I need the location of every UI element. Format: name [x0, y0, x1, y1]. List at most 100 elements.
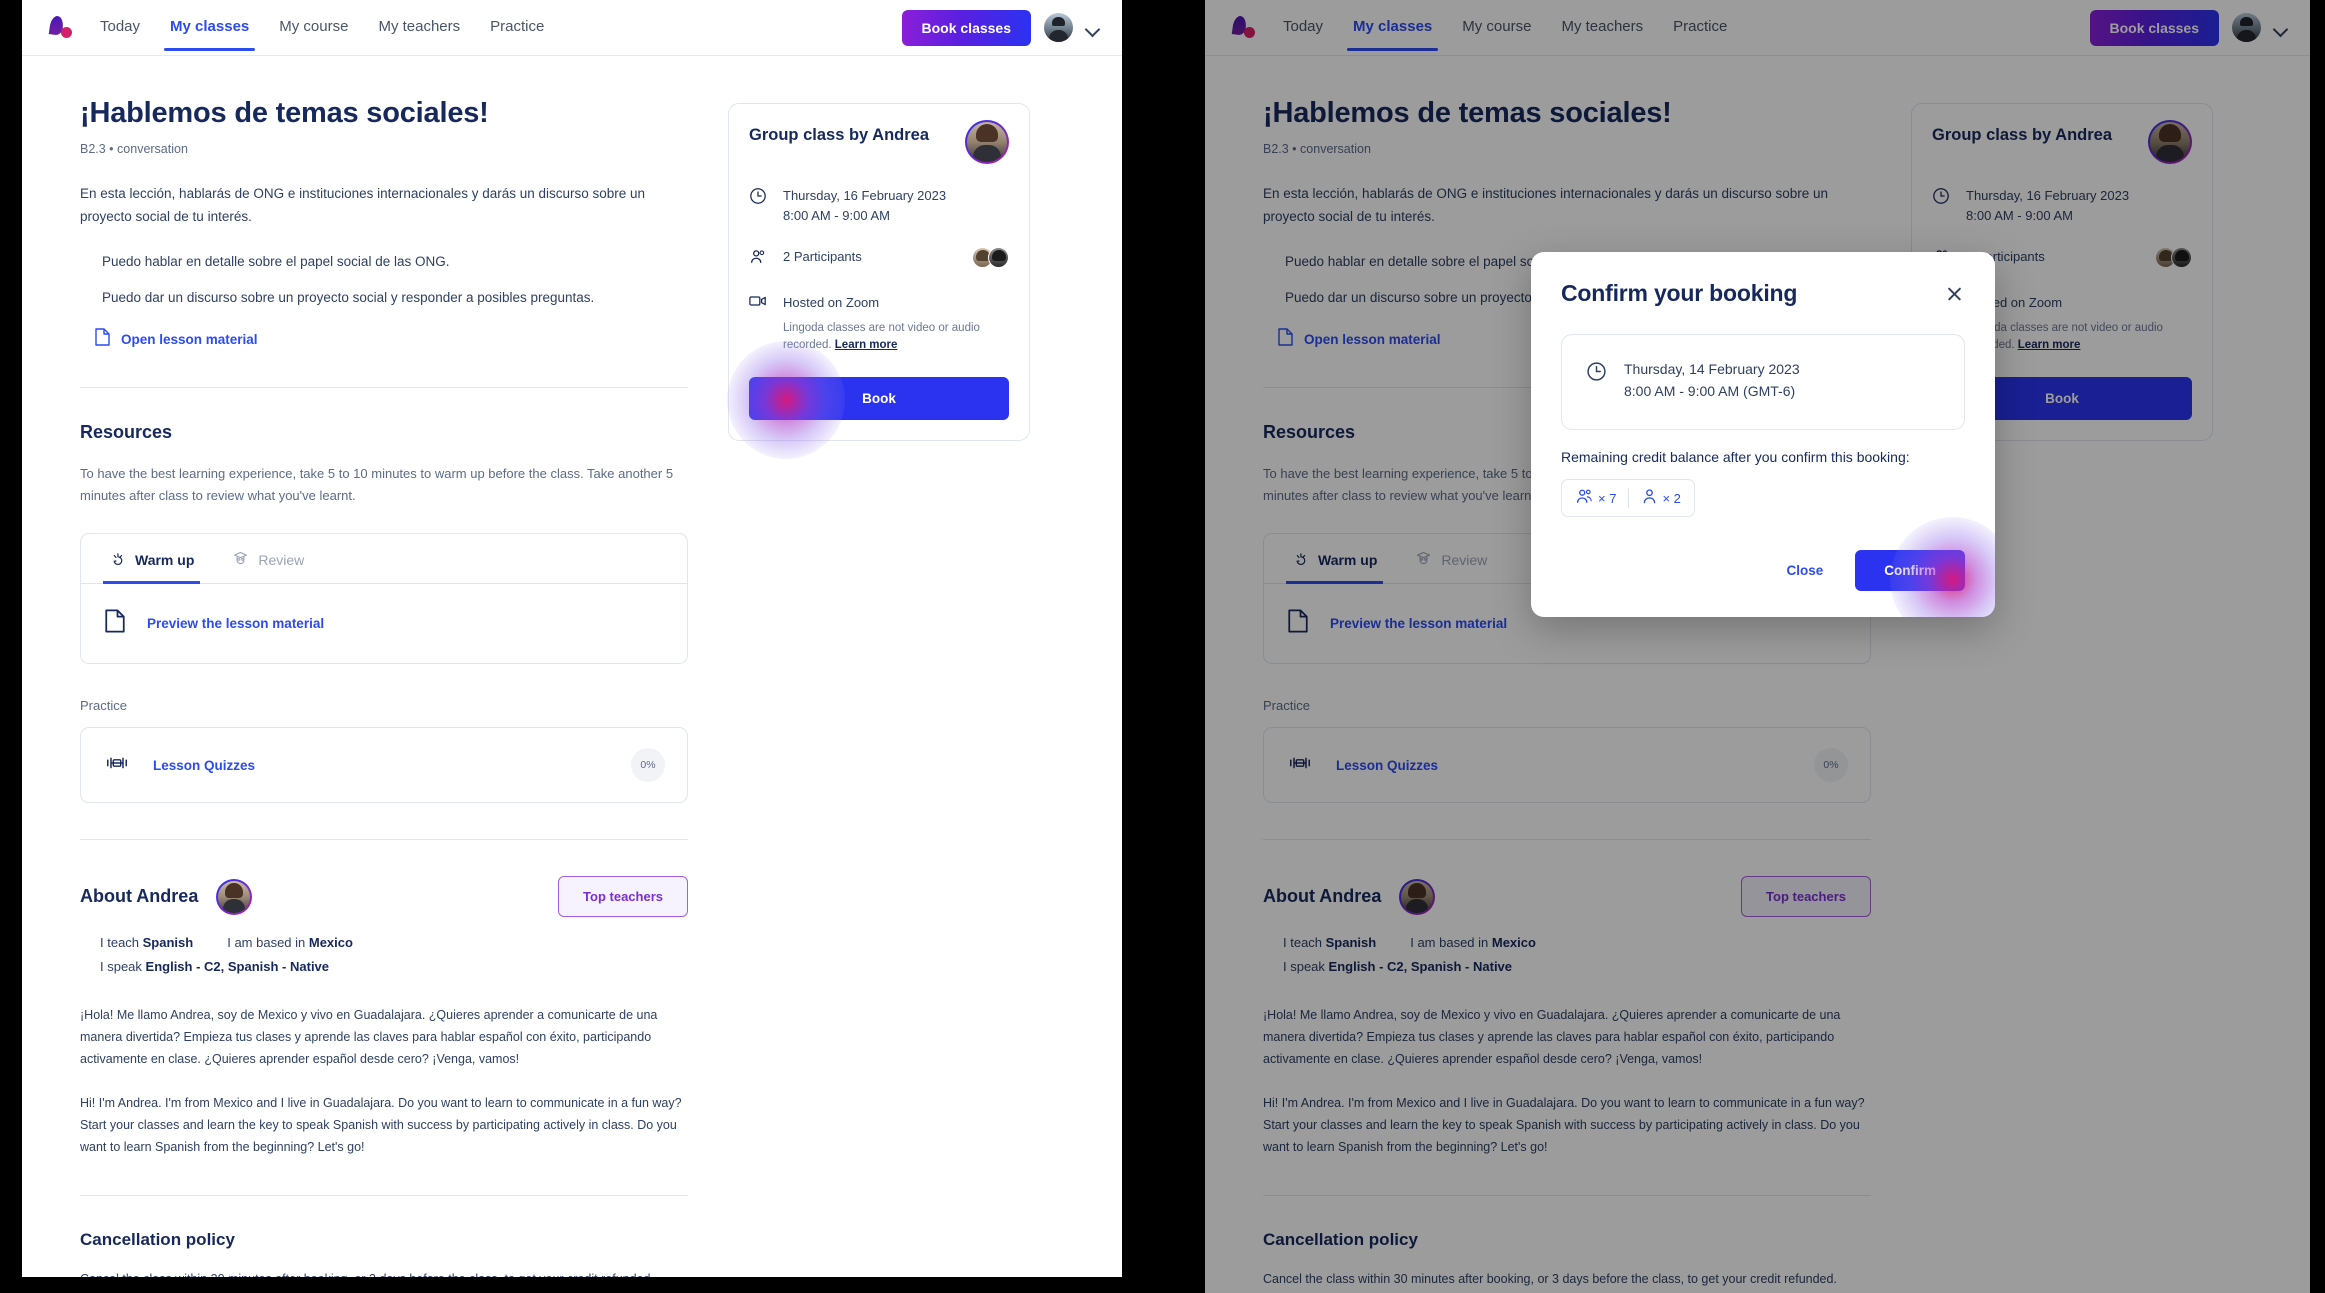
tab-warm-up[interactable]: Warm up [1286, 534, 1384, 585]
nav-item-today[interactable]: Today [1281, 19, 1325, 51]
lingoda-comma-logo[interactable] [46, 13, 76, 43]
top-teachers-badge[interactable]: Top teachers [1741, 876, 1871, 918]
lingoda-comma-logo[interactable] [1229, 13, 1259, 43]
open-lesson-material-link[interactable]: Open lesson material [1304, 332, 1441, 347]
divider [80, 1194, 688, 1196]
tab-review[interactable]: Review [226, 534, 310, 583]
recording-note: Lingoda classes are not video or audio r… [1966, 320, 2192, 356]
nav-item-my-classes[interactable]: My classes [164, 19, 256, 51]
open-lesson-material-row[interactable]: Open lesson material [80, 327, 688, 351]
recording-learn-more-link[interactable]: Learn more [2018, 339, 2081, 351]
dumbbell-icon [1288, 754, 1312, 777]
cancellation-text: Cancel the class within 30 minutes after… [1263, 1268, 1871, 1293]
group-credit: × 7 [1575, 487, 1616, 509]
based-value: Mexico [1491, 935, 1536, 951]
about-heading: About Andrea [80, 886, 199, 907]
book-button[interactable]: Book [749, 377, 1009, 421]
nav-item-my-classes[interactable]: My classes [1347, 19, 1439, 51]
main-nav: Today My classes My course My teachers P… [98, 0, 546, 56]
nav-item-practice[interactable]: Practice [488, 19, 546, 51]
chip-divider [1628, 488, 1630, 508]
lesson-quizzes-link[interactable]: Lesson Quizzes [1336, 758, 1438, 773]
chevron-down-icon[interactable] [1086, 21, 1100, 35]
lesson-quizzes-card[interactable]: Lesson Quizzes 0% [1263, 727, 1871, 804]
private-credit: × 2 [1641, 487, 1681, 509]
book-classes-button[interactable]: Book classes [2089, 9, 2219, 46]
close-icon[interactable] [1945, 284, 1965, 304]
teach-prefix: I teach [1283, 935, 1326, 951]
class-card-header: Group class by Andrea [1932, 120, 2192, 164]
class-date: Thursday, 16 February 2023 [783, 188, 947, 203]
class-host-text: Hosted on Zoom Lingoda classes are not v… [783, 293, 1009, 355]
teach-value: Spanish [1325, 935, 1377, 951]
confirm-button[interactable]: Confirm [1855, 550, 1965, 591]
clock-icon [1586, 359, 1607, 387]
group-credit-value: × 7 [1598, 490, 1617, 506]
dialog-actions: Close Confirm [1561, 517, 1995, 617]
lesson-meta: B2.3 • conversation [80, 142, 188, 157]
tab-warm-up[interactable]: Warm up [103, 534, 201, 585]
tab-warm-up-label: Warm up [135, 552, 195, 569]
page-content: ¡Hablemos de temas sociales! B2.3 • conv… [1205, 56, 2310, 1293]
nav-item-my-course[interactable]: My course [277, 19, 350, 51]
top-navigation-bar: Today My classes My course My teachers P… [1205, 0, 2310, 56]
teacher-fact-row: I speak English - C2, Spanish - Native [100, 955, 688, 979]
close-button[interactable]: Close [1764, 551, 1845, 590]
book-classes-button[interactable]: Book classes [901, 9, 1031, 46]
video-camera-icon [749, 293, 769, 313]
resources-heading: Resources [80, 421, 173, 442]
lesson-quizzes-card[interactable]: Lesson Quizzes 0% [80, 727, 688, 804]
preview-lesson-material-link[interactable]: Preview the lesson material [147, 616, 324, 631]
open-lesson-material-link[interactable]: Open lesson material [121, 332, 258, 347]
dialog-title: Confirm your booking [1561, 280, 1798, 306]
speak-value: English - C2, Spanish - Native [145, 959, 330, 975]
top-teachers-badge[interactable]: Top teachers [558, 876, 688, 918]
quiz-progress-badge: 0% [1814, 748, 1848, 783]
nav-item-my-teachers[interactable]: My teachers [1559, 19, 1645, 51]
side-column: Group class by Andrea Thursday, 16 Febru… [727, 96, 1030, 1277]
class-host-text: Hosted on Zoom Lingoda classes are not v… [1966, 293, 2192, 355]
recording-learn-more-link[interactable]: Learn more [835, 339, 898, 351]
page-title: ¡Hablemos de temas sociales! [80, 97, 489, 129]
divider [80, 386, 688, 388]
app-window-right: Today My classes My course My teachers P… [1205, 0, 2310, 1293]
credit-balance-chip: × 7 × 2 [1561, 479, 1695, 517]
preview-lesson-material-link[interactable]: Preview the lesson material [1330, 616, 1507, 631]
nav-item-my-teachers[interactable]: My teachers [376, 19, 462, 51]
main-column: ¡Hablemos de temas sociales! B2.3 • conv… [80, 96, 688, 1277]
user-avatar[interactable] [2232, 13, 2261, 42]
booking-time: 8:00 AM - 9:00 AM (GMT-6) [1624, 382, 1796, 399]
class-booking-card: Group class by Andrea Thursday, 16 Febru… [727, 103, 1030, 460]
nav-item-practice[interactable]: Practice [1671, 19, 1729, 51]
dialog-header: Confirm your booking [1561, 280, 1965, 307]
tab-review[interactable]: Review [1409, 534, 1493, 583]
document-icon [95, 327, 110, 351]
main-nav: Today My classes My course My teachers P… [1281, 0, 1729, 56]
tab-review-label: Review [258, 552, 305, 569]
nav-item-my-course[interactable]: My course [1460, 19, 1533, 51]
tab-warm-up-label: Warm up [1318, 552, 1378, 569]
preview-material-row[interactable]: Preview the lesson material [81, 584, 687, 663]
document-icon [1278, 327, 1293, 351]
chevron-down-icon[interactable] [2274, 21, 2288, 35]
class-date: Thursday, 16 February 2023 [1966, 188, 2130, 203]
resources-tabs: Warm up Review [81, 534, 687, 585]
based-prefix: I am based in [1410, 935, 1492, 951]
user-avatar[interactable] [1044, 13, 1073, 42]
practice-label: Practice [80, 698, 127, 714]
cancellation-heading: Cancellation policy [1263, 1229, 1418, 1249]
class-time: 8:00 AM - 9:00 AM [783, 207, 890, 223]
class-schedule-text: Thursday, 16 February 2023 8:00 AM - 9:0… [1966, 186, 2129, 225]
document-icon [105, 609, 125, 638]
owl-graduate-icon [1415, 550, 1432, 570]
hand-warmup-icon [1292, 550, 1309, 570]
nav-item-today[interactable]: Today [98, 19, 142, 51]
header-actions: Book classes [2089, 9, 2289, 46]
lesson-quizzes-link[interactable]: Lesson Quizzes [153, 758, 255, 773]
page-title: ¡Hablemos de temas sociales! [1263, 97, 1672, 129]
page-content: ¡Hablemos de temas sociales! B2.3 • conv… [22, 56, 1122, 1277]
practice-label: Practice [1263, 698, 1310, 714]
teacher-avatar [1399, 878, 1436, 915]
speak-prefix: I speak [1283, 959, 1329, 975]
speak-value: English - C2, Spanish - Native [1328, 959, 1513, 975]
